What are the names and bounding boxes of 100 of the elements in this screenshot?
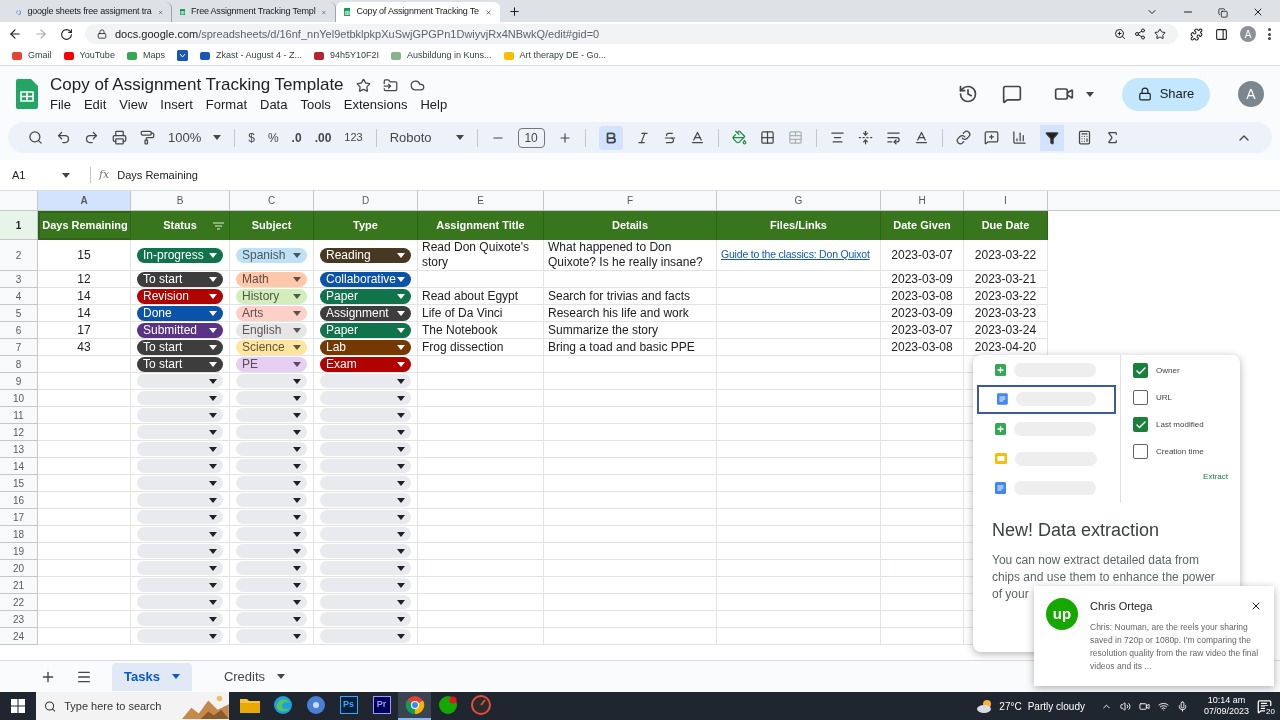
file-row[interactable] — [977, 384, 1116, 415]
empty-cell[interactable] — [418, 543, 544, 560]
paint-format-icon[interactable] — [140, 130, 155, 145]
row-number[interactable]: 18 — [0, 526, 38, 543]
row-number[interactable]: 20 — [0, 560, 38, 577]
menu-item[interactable]: Format — [205, 96, 247, 114]
dropdown-chip[interactable] — [236, 629, 307, 643]
increase-size-icon[interactable] — [557, 130, 572, 145]
bookmark-star-icon[interactable] — [1154, 28, 1166, 40]
menu-item[interactable]: Insert — [160, 96, 193, 114]
empty-cell[interactable] — [717, 543, 881, 560]
empty-cell[interactable] — [544, 373, 717, 390]
empty-cell[interactable] — [717, 322, 881, 339]
decrease-decimal-button[interactable]: .0 — [291, 128, 302, 147]
clock-time[interactable]: 10:14 am — [1207, 695, 1246, 706]
empty-cell[interactable] — [881, 577, 964, 594]
dropdown-chip[interactable] — [320, 442, 411, 456]
dropdown-chip[interactable] — [236, 391, 307, 405]
empty-cell[interactable] — [544, 356, 717, 373]
borders-icon[interactable] — [759, 130, 775, 145]
empty-cell[interactable] — [544, 526, 717, 543]
empty-cell[interactable] — [418, 509, 544, 526]
app-icon[interactable] — [437, 695, 458, 715]
empty-cell[interactable] — [881, 611, 964, 628]
dropdown-chip[interactable] — [236, 425, 307, 439]
add-comment-icon[interactable] — [983, 130, 999, 145]
empty-cell[interactable] — [418, 407, 544, 424]
dropdown-chip[interactable]: Spanish — [236, 247, 307, 263]
menu-item[interactable]: File — [50, 96, 71, 114]
empty-cell[interactable] — [544, 492, 717, 509]
network-icon[interactable] — [1157, 700, 1169, 712]
row-number[interactable]: 3 — [0, 271, 38, 288]
dropdown-chip[interactable] — [320, 544, 411, 558]
empty-cell[interactable] — [717, 509, 881, 526]
empty-cell[interactable] — [717, 577, 881, 594]
select-all-corner[interactable] — [0, 191, 38, 211]
bookmark[interactable]: YouTube — [63, 48, 115, 63]
dropdown-chip[interactable] — [137, 629, 223, 643]
row-number[interactable]: 19 — [0, 543, 38, 560]
dropdown-chip[interactable]: Assignment — [320, 305, 411, 321]
address-bar[interactable]: docs.google.com/spreadsheets/d/16nf_nnYel9etbklpkpXuSwjGPGPn1DwiyvjRx4NBwkQ/edit#gid=0 — [85, 24, 1178, 44]
dropdown-chip[interactable] — [236, 612, 307, 626]
row-number[interactable]: 10 — [0, 390, 38, 407]
dropdown-chip[interactable] — [137, 561, 223, 575]
checkbox[interactable] — [1133, 390, 1148, 405]
dropdown-chip[interactable] — [236, 408, 307, 422]
dropdown-chip[interactable] — [236, 459, 307, 473]
dropdown-chip[interactable] — [137, 612, 223, 626]
dropdown-chip[interactable] — [236, 561, 307, 575]
vertical-align-icon[interactable] — [857, 130, 873, 145]
dropdown-chip[interactable] — [137, 425, 223, 439]
filter-icon[interactable] — [213, 221, 224, 230]
dropdown-chip[interactable] — [137, 595, 223, 609]
bookmark-icon[interactable] — [176, 50, 188, 61]
dropdown-chip[interactable] — [320, 425, 411, 439]
row-number[interactable]: 14 — [0, 458, 38, 475]
empty-cell[interactable] — [544, 509, 717, 526]
font-size-field[interactable]: 10 — [517, 127, 545, 148]
empty-cell[interactable] — [544, 458, 717, 475]
new-tab-icon[interactable] — [508, 5, 521, 18]
empty-cell[interactable] — [881, 356, 964, 373]
row-number[interactable]: 13 — [0, 441, 38, 458]
microphone-icon[interactable] — [1176, 700, 1188, 712]
bookmark[interactable]: Ausbildung in Kuns... — [391, 48, 492, 63]
empty-cell[interactable] — [418, 577, 544, 594]
share-button[interactable]: Share — [1122, 77, 1210, 111]
undo-icon[interactable] — [56, 130, 71, 145]
empty-cell[interactable] — [717, 526, 881, 543]
empty-cell[interactable] — [418, 458, 544, 475]
empty-cell[interactable] — [717, 475, 881, 492]
empty-cell[interactable] — [717, 339, 881, 356]
empty-cell[interactable] — [418, 560, 544, 577]
dropdown-chip[interactable] — [137, 544, 223, 558]
empty-cell[interactable] — [881, 560, 964, 577]
empty-cell[interactable] — [717, 424, 881, 441]
bold-button[interactable] — [598, 125, 623, 150]
empty-cell[interactable] — [717, 560, 881, 577]
empty-cell[interactable] — [544, 577, 717, 594]
row-number[interactable]: 6 — [0, 322, 38, 339]
menu-item[interactable]: View — [119, 96, 148, 114]
search-field[interactable]: Type here to search — [64, 697, 175, 715]
column-header[interactable]: A — [38, 191, 131, 211]
row-number[interactable]: 12 — [0, 424, 38, 441]
dropdown-chip[interactable] — [236, 527, 307, 541]
dropdown-chip[interactable] — [320, 510, 411, 524]
empty-cell[interactable] — [881, 407, 964, 424]
empty-cell[interactable] — [881, 424, 964, 441]
back-icon[interactable] — [8, 27, 22, 41]
checkbox[interactable] — [1133, 363, 1148, 378]
italic-icon[interactable] — [635, 130, 650, 145]
dropdown-chip[interactable] — [236, 578, 307, 592]
row-number[interactable]: 4 — [0, 288, 38, 305]
empty-cell[interactable] — [717, 271, 881, 288]
empty-cell[interactable] — [544, 560, 717, 577]
row-number[interactable]: 15 — [0, 475, 38, 492]
increase-decimal-button[interactable]: .00 — [314, 128, 332, 147]
dropdown-chip[interactable] — [320, 595, 411, 609]
dropdown-chip[interactable]: Lab — [320, 339, 411, 355]
empty-cell[interactable] — [881, 441, 964, 458]
dropdown-chip[interactable] — [320, 561, 411, 575]
